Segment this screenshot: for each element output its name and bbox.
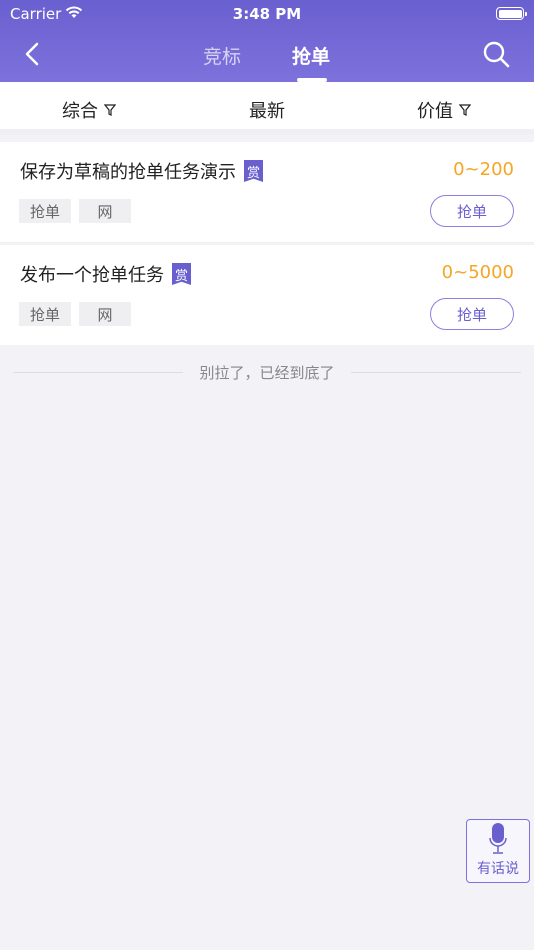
task-card[interactable]: 保存为草稿的抢单任务演示 赏 0~200 抢单 网 抢单 [0,142,534,242]
grab-order-button[interactable]: 抢单 [430,298,514,330]
task-title-text: 保存为草稿的抢单任务演示 [20,162,236,183]
nav-bar: 竞标 抢单 [0,28,534,82]
reward-badge: 赏 [244,160,263,182]
tab-bid[interactable]: 竞标 [203,42,241,82]
end-of-list-message: 别拉了，已经到底了 [0,361,534,383]
end-line-right [351,372,521,373]
task-tag: 抢单 [19,199,71,223]
filter-comprehensive[interactable]: 综合 [62,97,116,123]
status-time: 3:48 PM [232,5,302,23]
task-tag: 网 [79,199,131,223]
task-tag: 抢单 [19,302,71,326]
search-button[interactable] [478,36,514,72]
mic-icon [489,823,507,854]
header: Carrier 3:48 PM 竞标 抢单 [0,0,534,82]
back-button[interactable] [14,36,50,72]
tab-grab-order[interactable]: 抢单 [292,42,330,82]
filter-icon [104,104,116,116]
divider [0,242,534,243]
task-tags: 抢单 网 [19,302,131,326]
chevron-left-icon [25,42,39,66]
task-title-text: 发布一个抢单任务 [20,265,164,286]
search-icon [483,41,510,68]
task-tags: 抢单 网 [19,199,131,223]
filter-newest[interactable]: 最新 [249,97,285,123]
status-bar: Carrier 3:48 PM [0,0,534,28]
task-price: 0~200 [453,159,514,180]
filter-bar: 综合 最新 价值 [0,82,534,135]
feedback-button[interactable]: 有话说 [466,819,530,883]
task-price: 0~5000 [441,262,514,283]
task-card[interactable]: 发布一个抢单任务 赏 0~5000 抢单 网 抢单 [0,245,534,345]
filter-label: 综合 [62,101,98,122]
filter-icon [459,104,471,116]
task-title: 发布一个抢单任务 赏 [20,261,191,287]
task-tag: 网 [79,302,131,326]
reward-badge: 赏 [172,263,191,285]
battery-icon [496,7,527,20]
filter-value[interactable]: 价值 [417,97,471,123]
end-message-text: 别拉了，已经到底了 [199,363,335,382]
grab-order-button[interactable]: 抢单 [430,195,514,227]
feedback-label: 有话说 [477,861,519,877]
filter-label: 价值 [417,101,453,122]
task-title: 保存为草稿的抢单任务演示 赏 [20,158,263,184]
filter-label: 最新 [249,101,285,122]
end-line-left [13,372,183,373]
